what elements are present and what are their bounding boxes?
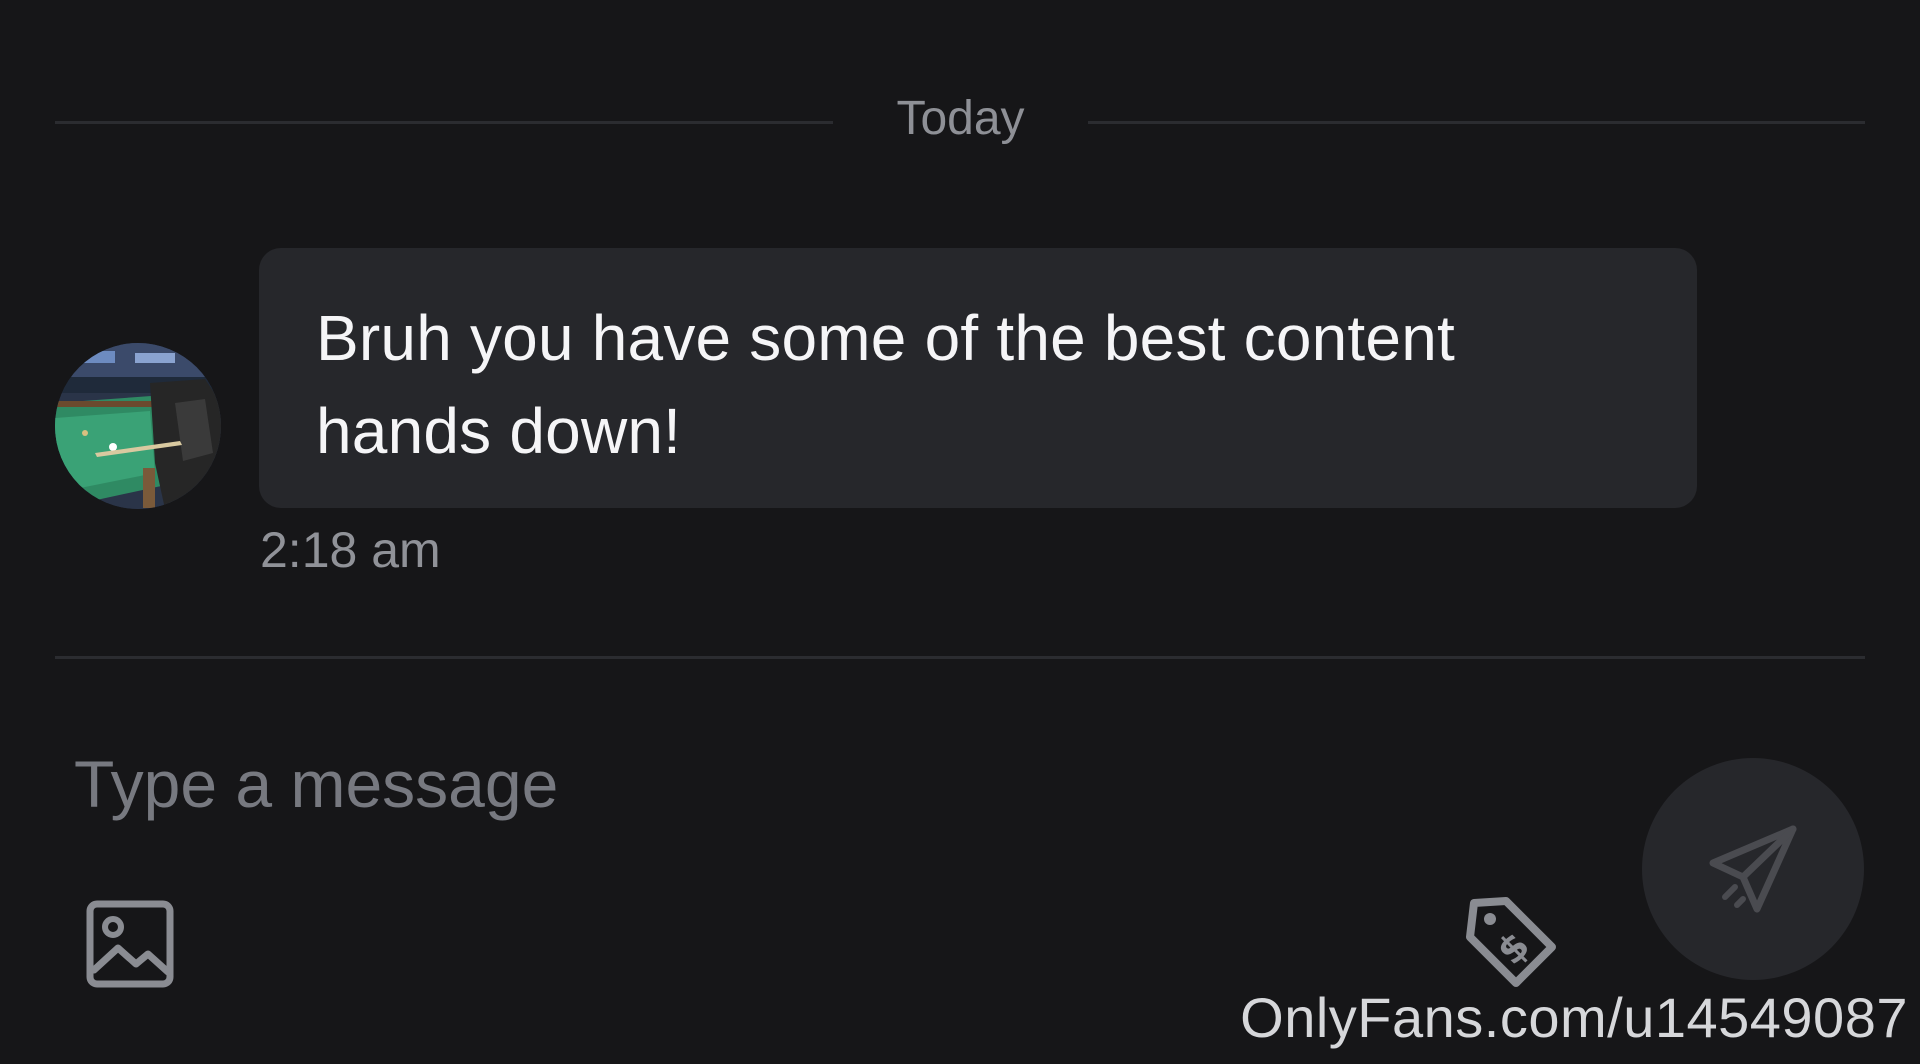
watermark: OnlyFans.com/u14549087 xyxy=(1240,986,1908,1049)
add-media-button[interactable] xyxy=(86,900,174,988)
clipped-header-remnant xyxy=(1200,0,1840,10)
send-button[interactable] xyxy=(1642,758,1864,980)
image-icon xyxy=(86,900,174,988)
date-divider-label: Today xyxy=(896,92,1025,145)
date-divider: Today xyxy=(55,88,1865,150)
send-icon xyxy=(1709,825,1797,913)
message-input[interactable] xyxy=(74,738,1574,830)
set-price-button[interactable]: $ xyxy=(1462,893,1562,993)
divider-line-left xyxy=(55,121,833,124)
avatar-photo xyxy=(55,343,221,509)
divider-line-right xyxy=(1088,121,1865,124)
message-bubble[interactable]: Bruh you have some of the best content h… xyxy=(259,248,1697,508)
chat-screen: Today Bruh you have some of the best con… xyxy=(0,0,1920,1064)
message-timestamp: 2:18 am xyxy=(260,522,441,578)
price-tag-icon: $ xyxy=(1466,897,1556,987)
message-text: Bruh you have some of the best content h… xyxy=(316,302,1455,467)
composer-divider xyxy=(55,656,1865,659)
avatar[interactable] xyxy=(55,343,221,509)
